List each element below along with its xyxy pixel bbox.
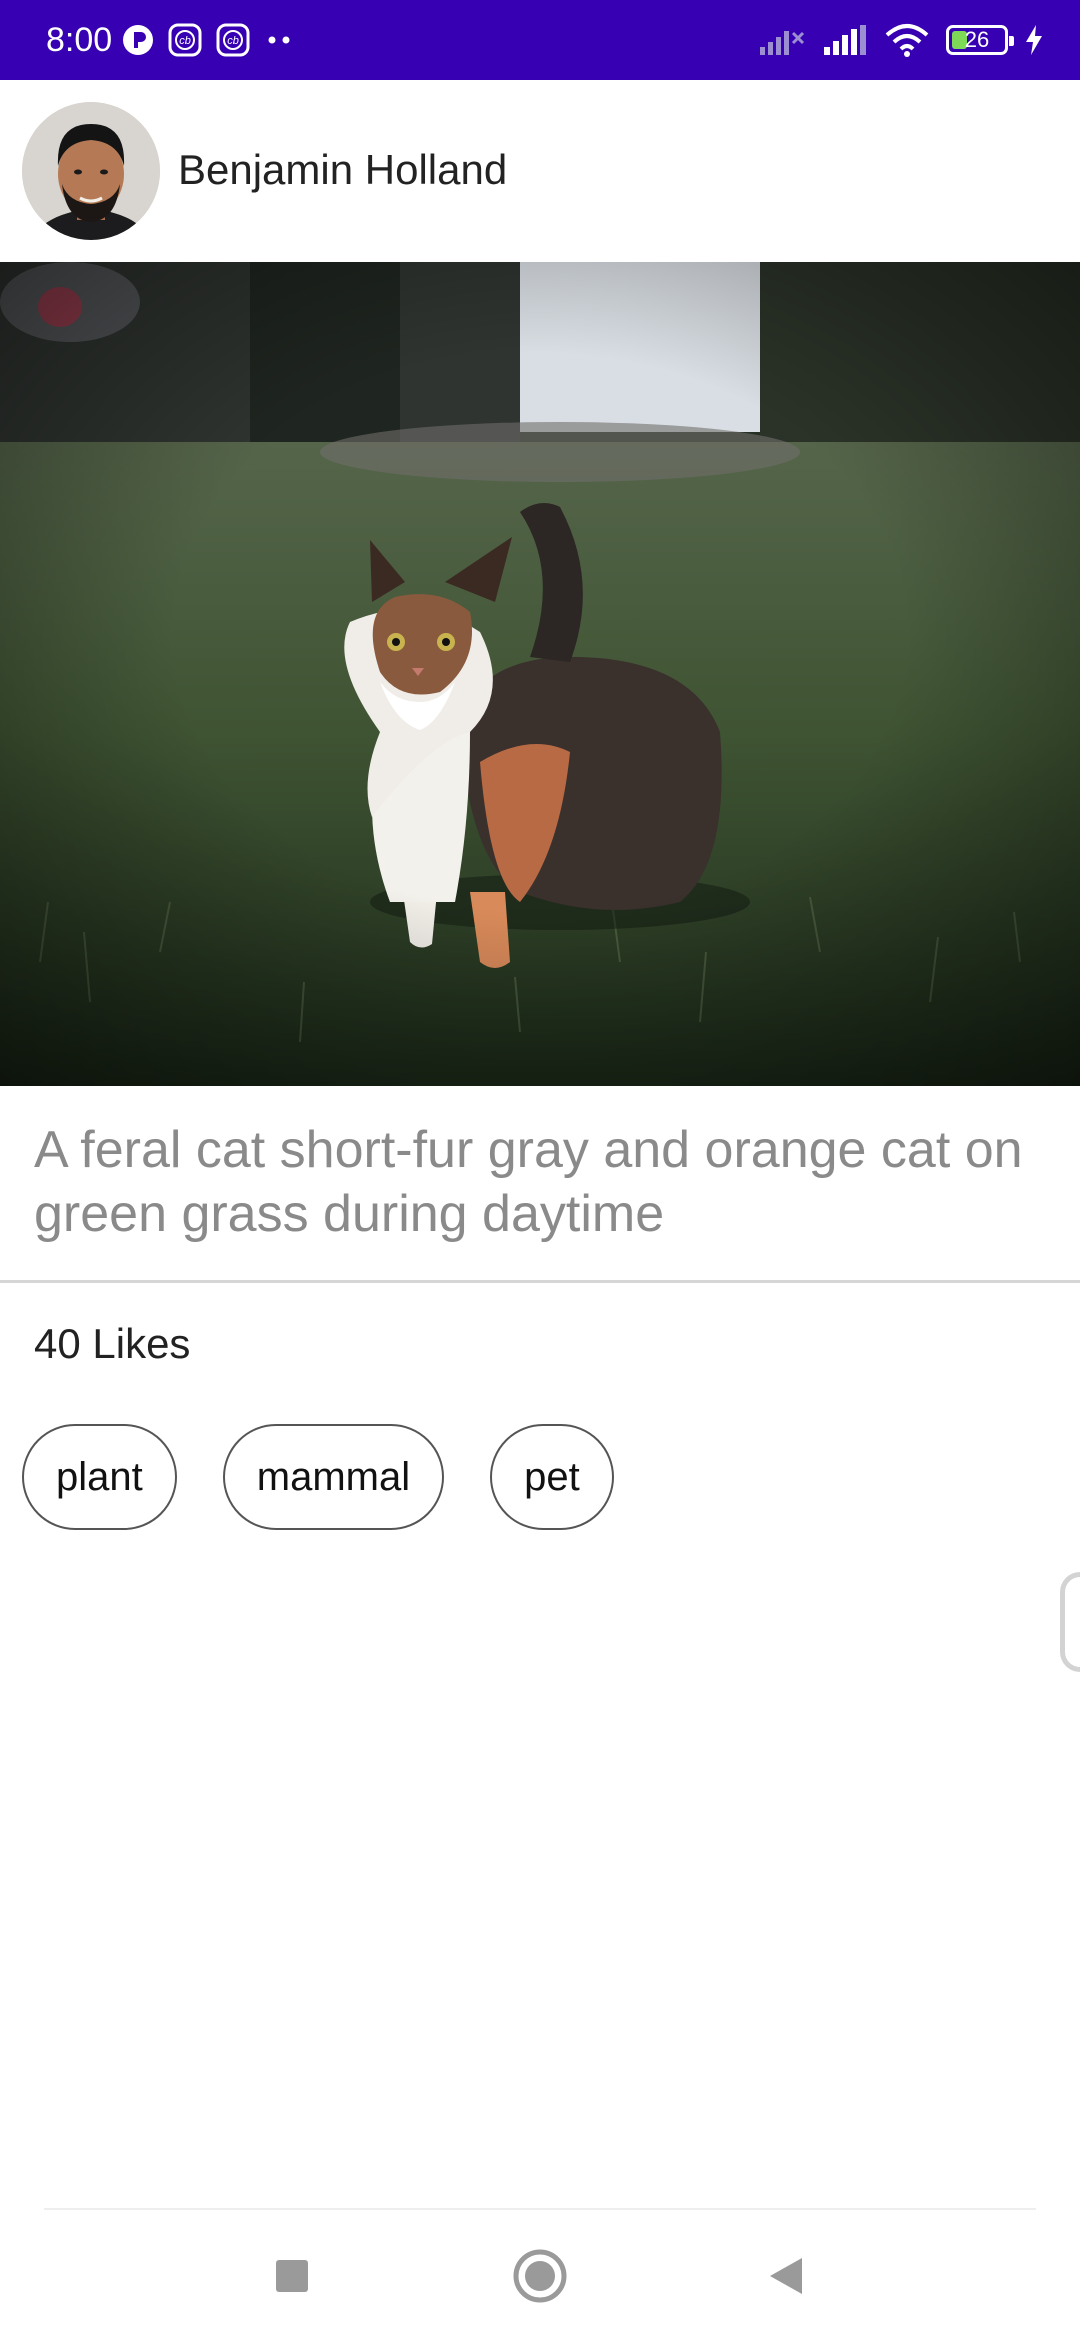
tag-chip-mammal[interactable]: mammal bbox=[222, 1424, 445, 1530]
status-left-icons: cb cb bbox=[122, 20, 294, 60]
no-signal-icon bbox=[760, 31, 805, 55]
post-description: A feral cat short-fur gray and orange ca… bbox=[34, 1121, 1023, 1243]
status-right-icons: 26 bbox=[758, 20, 1044, 60]
tag-chip-pet[interactable]: pet bbox=[490, 1424, 614, 1530]
signal-icon bbox=[824, 25, 866, 55]
wifi-icon bbox=[885, 24, 929, 57]
author-name[interactable]: Benjamin Holland bbox=[178, 144, 507, 196]
divider bbox=[0, 1280, 1080, 1283]
more-dots-icon bbox=[268, 36, 290, 44]
svg-text:cb: cb bbox=[179, 35, 191, 47]
cb-app-icon: cb bbox=[216, 23, 250, 57]
charging-icon bbox=[1026, 25, 1042, 55]
back-button[interactable] bbox=[746, 2236, 826, 2316]
back-triangle-icon bbox=[770, 2258, 802, 2294]
home-button[interactable] bbox=[500, 2236, 580, 2316]
battery-icon: 26 bbox=[946, 25, 1014, 55]
cb-app-icon: cb bbox=[168, 23, 202, 57]
edge-swipe-handle[interactable] bbox=[1060, 1572, 1080, 1672]
status-bar: 8:00 cb cb 26 bbox=[0, 0, 1080, 80]
nav-bar-divider bbox=[44, 2208, 1036, 2210]
recents-square-icon bbox=[276, 2260, 308, 2292]
home-circle-icon bbox=[513, 2249, 567, 2303]
post-photo[interactable] bbox=[0, 262, 1080, 1086]
svg-text:cb: cb bbox=[227, 35, 239, 47]
post-header: Benjamin Holland bbox=[0, 80, 1080, 262]
avatar[interactable] bbox=[22, 102, 160, 240]
notification-p-icon bbox=[123, 25, 153, 55]
status-time: 8:00 bbox=[46, 21, 113, 59]
tag-chip-plant[interactable]: plant bbox=[22, 1424, 177, 1530]
battery-level: 26 bbox=[964, 27, 990, 52]
tag-list: plant mammal pet bbox=[22, 1424, 614, 1530]
recents-button[interactable] bbox=[252, 2236, 332, 2316]
likes-count: 40 Likes bbox=[34, 1320, 191, 1367]
